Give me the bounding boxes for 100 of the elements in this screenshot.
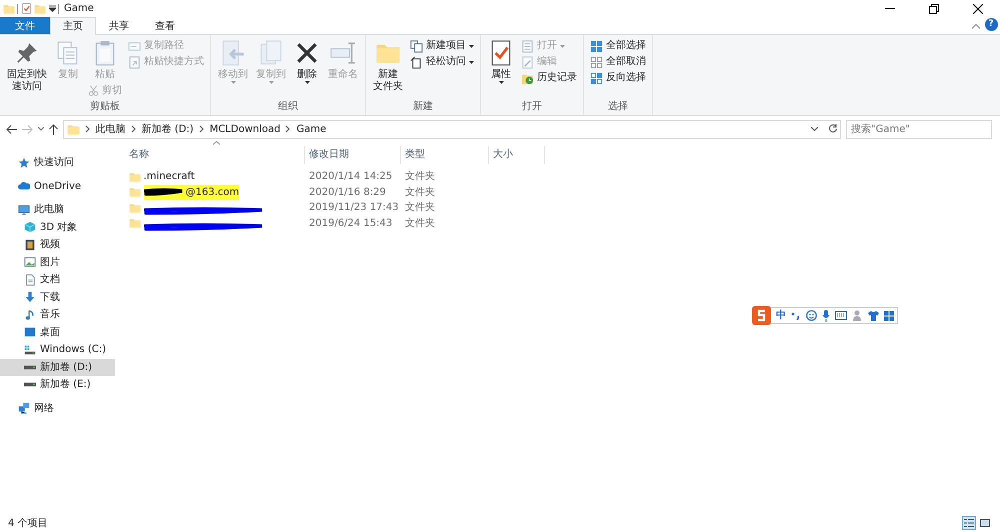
drive-icon (24, 364, 36, 370)
folder-icon (129, 186, 141, 198)
scissors-icon (88, 85, 99, 96)
ribbon-button[interactable]: 固定到快 速访问 (4, 38, 50, 94)
cube-icon (24, 221, 36, 234)
shortcut-icon (128, 56, 141, 68)
ribbon-button[interactable]: 全部选择 (588, 38, 648, 54)
monitor-icon (18, 204, 30, 216)
grid-icon[interactable] (884, 310, 894, 320)
file-name[interactable]: .minecraft (144, 169, 195, 184)
breadcrumb[interactable]: MCLDownload (210, 122, 280, 136)
cloud-icon (18, 180, 30, 192)
music-note-icon (24, 308, 36, 321)
group-label: 组织 (277, 101, 299, 114)
breadcrumb[interactable]: Game (296, 122, 326, 136)
column-header[interactable]: 修改日期 (305, 146, 401, 164)
file-type: 文件夹 (404, 200, 436, 216)
nav-item[interactable]: 新加卷 (D:) (0, 358, 115, 376)
nav-item[interactable]: 视频 (0, 236, 115, 254)
pencil-document-icon (521, 56, 534, 68)
restore-icon (929, 4, 939, 14)
folder-icon (66, 122, 80, 136)
modified-date: 2020/1/14 14:25 (308, 170, 394, 184)
address-bar[interactable]: 此电脑 新加卷 (D:) MCLDownload Game (63, 120, 841, 138)
chevron-icon (285, 125, 292, 133)
caret-icon[interactable] (810, 127, 818, 131)
ribbon-tab[interactable]: 查看 (142, 17, 188, 34)
microphone-icon[interactable] (822, 310, 830, 322)
nav-item[interactable]: 文档 (0, 271, 115, 288)
large-icons-view-icon (980, 518, 990, 528)
drive-icon (24, 344, 36, 356)
text-field-icon (330, 40, 356, 66)
nav-item[interactable]: 桌面 (0, 324, 115, 341)
grid-icon (590, 40, 603, 52)
ribbon-button[interactable]: 新建 文件夹 (370, 38, 406, 94)
column-header[interactable]: 类型 (401, 146, 489, 164)
folder-icon (129, 202, 141, 214)
breadcrumb[interactable]: 新加卷 (D:) (142, 122, 194, 136)
ribbon-tab[interactable]: 共享 (96, 17, 142, 34)
group-label: 新建 (412, 101, 434, 114)
back-arrow-icon[interactable] (6, 124, 17, 134)
nav-item[interactable]: 快速访问 (0, 154, 115, 172)
chevron-icon (84, 125, 90, 133)
star-icon (18, 156, 30, 169)
nav-item[interactable]: 3D 对象 (0, 218, 115, 236)
input-mode-indicator[interactable]: 中 (776, 308, 786, 323)
column-header[interactable]: 大小 (489, 146, 545, 164)
ribbon-button[interactable]: 轻松访问 (408, 54, 476, 70)
ribbon-button[interactable]: 新建项目 (408, 38, 476, 54)
ribbon-button[interactable]: 属性 (485, 38, 517, 87)
details-view-icon (964, 518, 974, 528)
window-title: Game (64, 2, 94, 16)
ribbon-tab[interactable]: 主页 (50, 17, 96, 35)
punctuation-icon[interactable] (791, 312, 801, 320)
breadcrumb[interactable]: 此电脑 (96, 122, 126, 136)
nav-item[interactable]: 此电脑 (0, 201, 115, 218)
nav-item[interactable]: 网络 (0, 400, 115, 417)
modified-date: 2020/1/16 8:29 (308, 186, 387, 200)
large-icons-view-button[interactable] (978, 516, 992, 530)
column-header[interactable]: 名称 (125, 146, 305, 164)
checkmark-document-icon (20, 3, 32, 14)
collapse-ribbon-icon[interactable] (972, 24, 980, 29)
ribbon-button[interactable]: 删除 (291, 38, 323, 87)
move-icon (220, 40, 246, 66)
group-label: 选择 (607, 101, 629, 114)
close-icon (973, 4, 983, 14)
group-label: 打开 (521, 101, 543, 114)
search-field[interactable]: 搜索"Game" (846, 120, 992, 138)
modified-date: 2019/11/23 17:43 (308, 201, 400, 216)
list-icon (521, 40, 534, 52)
caret-icon[interactable] (48, 5, 56, 12)
nav-item[interactable]: OneDrive (0, 178, 115, 195)
nav-item[interactable]: 图片 (0, 254, 115, 271)
nav-item[interactable]: 新加卷 (E:) (0, 376, 115, 394)
path-icon (128, 40, 141, 52)
details-view-button[interactable] (962, 516, 976, 530)
down-arrow-icon (24, 291, 36, 304)
nav-item[interactable]: 下载 (0, 288, 115, 306)
help-button[interactable]: ? (984, 18, 998, 31)
ribbon-button[interactable]: 历史记录 (519, 70, 579, 86)
file-type: 文件夹 (404, 216, 436, 231)
ribbon-button[interactable]: 反向选择 (588, 70, 648, 86)
nav-item[interactable]: 音乐 (0, 306, 115, 324)
grid-icon (590, 72, 603, 84)
ribbon-button[interactable]: 全部取消 (588, 54, 648, 70)
refresh-icon[interactable] (828, 124, 838, 134)
nav-item[interactable]: Windows (C:) (0, 341, 115, 358)
network-icon (18, 402, 30, 414)
shirt-icon[interactable] (868, 310, 879, 320)
new-item-icon (410, 40, 423, 52)
group-label: 剪贴板 (89, 101, 121, 114)
up-arrow-icon[interactable] (49, 124, 58, 134)
dotted-grid-icon (590, 56, 603, 68)
folder-icon (34, 2, 46, 14)
drive-icon (24, 382, 36, 388)
chevron-icon (130, 125, 136, 133)
keyboard-icon[interactable] (835, 311, 847, 320)
film-icon (24, 238, 36, 251)
file-menu-tab[interactable]: 文件 (0, 17, 50, 34)
smiley-icon[interactable] (806, 310, 817, 321)
